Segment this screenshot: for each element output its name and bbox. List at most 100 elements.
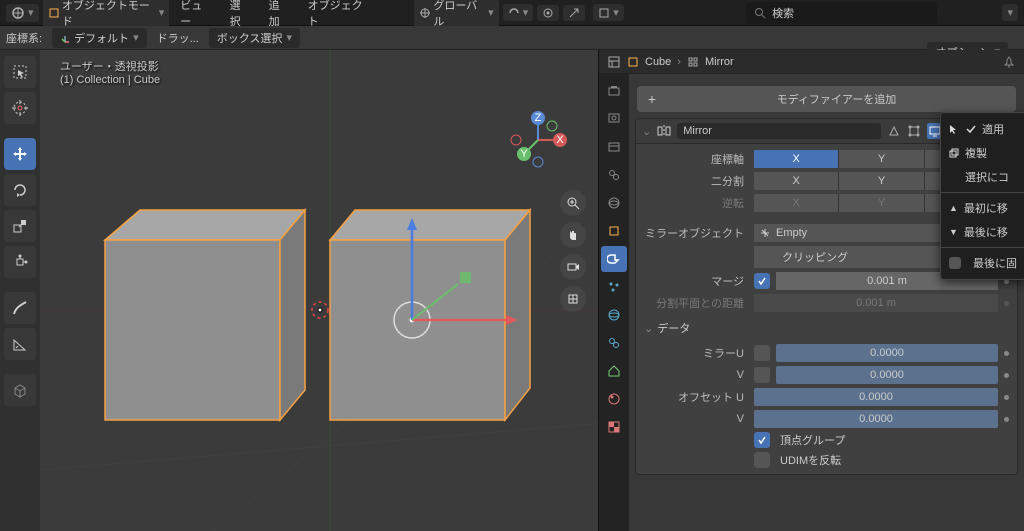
- triangle-up-icon: ▲: [949, 203, 958, 213]
- collapse-icon[interactable]: ⌄: [642, 125, 651, 138]
- breadcrumb-object[interactable]: Cube: [645, 56, 671, 68]
- mirror-object-label: ミラーオブジェクト: [644, 225, 754, 241]
- perspective-icon[interactable]: [560, 286, 586, 312]
- header-misc-icon[interactable]: [563, 5, 585, 21]
- orient-dropdown[interactable]: デフォルト ▾: [52, 28, 147, 48]
- udim-label: UDIMを反転: [776, 452, 1009, 468]
- flip-x-button[interactable]: X: [754, 194, 839, 212]
- tool-toolbar: [0, 50, 40, 531]
- bisect-y-button[interactable]: Y: [839, 172, 924, 190]
- axis-x-button[interactable]: X: [754, 150, 839, 168]
- ctx-duplicate[interactable]: 複製: [941, 141, 1024, 165]
- snap-toggle[interactable]: ▾: [503, 4, 534, 21]
- tool-move[interactable]: [4, 138, 36, 170]
- tab-viewlayer[interactable]: [601, 134, 627, 160]
- toggle-cage-icon[interactable]: [887, 124, 901, 138]
- 3d-viewport[interactable]: ユーザー・透視投影 (1) Collection | Cube Z X Y: [40, 50, 598, 531]
- camera-view-icon[interactable]: [560, 254, 586, 280]
- tab-physics[interactable]: [601, 302, 627, 328]
- flip-label: 逆転: [644, 195, 754, 211]
- tool-measure[interactable]: [4, 328, 36, 360]
- duplicate-icon: [949, 148, 959, 158]
- breadcrumb-sep-icon: ›: [677, 56, 681, 68]
- anim-dot[interactable]: [1004, 417, 1009, 422]
- mirror-u-label: ミラーU: [644, 345, 754, 361]
- cube-left: [105, 210, 305, 420]
- bisect-x-button[interactable]: X: [754, 172, 839, 190]
- tab-object[interactable]: [601, 218, 627, 244]
- toggle-editmode-icon[interactable]: [907, 124, 921, 138]
- tool-annotate[interactable]: [4, 292, 36, 324]
- offset-u-label: オフセット U: [644, 389, 754, 405]
- add-modifier-label: モディファイアーを追加: [662, 91, 1011, 107]
- tool-cursor[interactable]: [4, 92, 36, 124]
- overlay-dropdown[interactable]: ▾: [593, 4, 624, 21]
- axis-label: 座標軸: [644, 151, 754, 167]
- ctx-move-last[interactable]: ▼ 最後に移: [941, 220, 1024, 244]
- udim-checkbox[interactable]: [754, 452, 770, 468]
- tab-render[interactable]: [601, 78, 627, 104]
- merge-checkbox[interactable]: [754, 273, 770, 289]
- flip-y-button[interactable]: Y: [839, 194, 924, 212]
- collection-label: (1) Collection | Cube: [60, 74, 160, 86]
- anim-dot[interactable]: [1004, 395, 1009, 400]
- header-end-dropdown[interactable]: ▾: [1002, 4, 1018, 21]
- tab-output[interactable]: [601, 106, 627, 132]
- modifier-context-menu: 適用 複製 選択にコ ▲ 最初に移: [940, 112, 1024, 280]
- bisect-label: 二分割: [644, 173, 754, 189]
- svg-text:Z: Z: [535, 112, 542, 124]
- data-subpanel-toggle[interactable]: ⌄ データ: [644, 316, 1009, 340]
- vgroup-label: 頂点グループ: [776, 432, 1009, 448]
- mirror-modifier-icon: [657, 124, 671, 138]
- svg-text:X: X: [556, 134, 564, 146]
- tab-texture[interactable]: [601, 414, 627, 440]
- add-modifier-button[interactable]: + モディファイアーを追加: [637, 86, 1016, 112]
- object-icon: [627, 56, 639, 68]
- ctx-copy-selected[interactable]: 選択にコ: [941, 165, 1024, 189]
- tool-select[interactable]: [4, 56, 36, 88]
- tab-material[interactable]: [601, 386, 627, 412]
- anim-dot[interactable]: [1004, 373, 1009, 378]
- merge-label: マージ: [644, 273, 754, 289]
- tab-data[interactable]: [601, 358, 627, 384]
- vgroup-checkbox[interactable]: [754, 432, 770, 448]
- ctx-move-first[interactable]: ▲ 最初に移: [941, 196, 1024, 220]
- tool-add-primitive[interactable]: [4, 374, 36, 406]
- search-input[interactable]: 検索: [746, 2, 937, 24]
- pin-last-checkbox[interactable]: [949, 257, 961, 269]
- tool-scale[interactable]: [4, 210, 36, 242]
- modifier-name-input[interactable]: [677, 123, 881, 139]
- zoom-icon[interactable]: [560, 190, 586, 216]
- anim-dot-disabled: [1004, 301, 1009, 306]
- pan-icon[interactable]: [560, 222, 586, 248]
- tab-constraints[interactable]: [601, 330, 627, 356]
- select-mode-dropdown[interactable]: ボックス選択 ▾: [209, 28, 300, 48]
- editor-type-selector[interactable]: ▾: [6, 4, 39, 22]
- tab-particles[interactable]: [601, 274, 627, 300]
- offset-u-value[interactable]: 0.0000: [754, 388, 998, 406]
- mirror-v-check[interactable]: [754, 367, 770, 383]
- mirror-u-check[interactable]: [754, 345, 770, 361]
- tab-modifier[interactable]: [601, 246, 627, 272]
- editor-type-icon[interactable]: [607, 55, 621, 69]
- ctx-apply[interactable]: 適用: [941, 117, 1024, 141]
- mirror-object-value: Empty: [776, 227, 807, 239]
- tool-transform[interactable]: [4, 246, 36, 278]
- mirror-u-value[interactable]: 0.0000: [776, 344, 998, 362]
- tab-scene[interactable]: [601, 162, 627, 188]
- ctx-pin-last[interactable]: 最後に固: [941, 251, 1024, 275]
- mirror-v-value[interactable]: 0.0000: [776, 366, 998, 384]
- breadcrumb-modifier[interactable]: Mirror: [705, 56, 734, 68]
- proportional-edit[interactable]: [537, 5, 559, 21]
- clipping-checkbox[interactable]: [760, 249, 776, 265]
- tab-world[interactable]: [601, 190, 627, 216]
- axis-y-button[interactable]: Y: [839, 150, 924, 168]
- pin-icon[interactable]: [1002, 55, 1016, 69]
- orientation-label: グローバル: [433, 0, 485, 29]
- anim-dot[interactable]: [1004, 351, 1009, 356]
- offset-v-value[interactable]: 0.0000: [754, 410, 998, 428]
- mode-label: オブジェクトモード: [62, 0, 156, 29]
- check-icon: [966, 124, 976, 134]
- nav-gizmo[interactable]: Z X Y: [508, 110, 568, 170]
- tool-rotate[interactable]: [4, 174, 36, 206]
